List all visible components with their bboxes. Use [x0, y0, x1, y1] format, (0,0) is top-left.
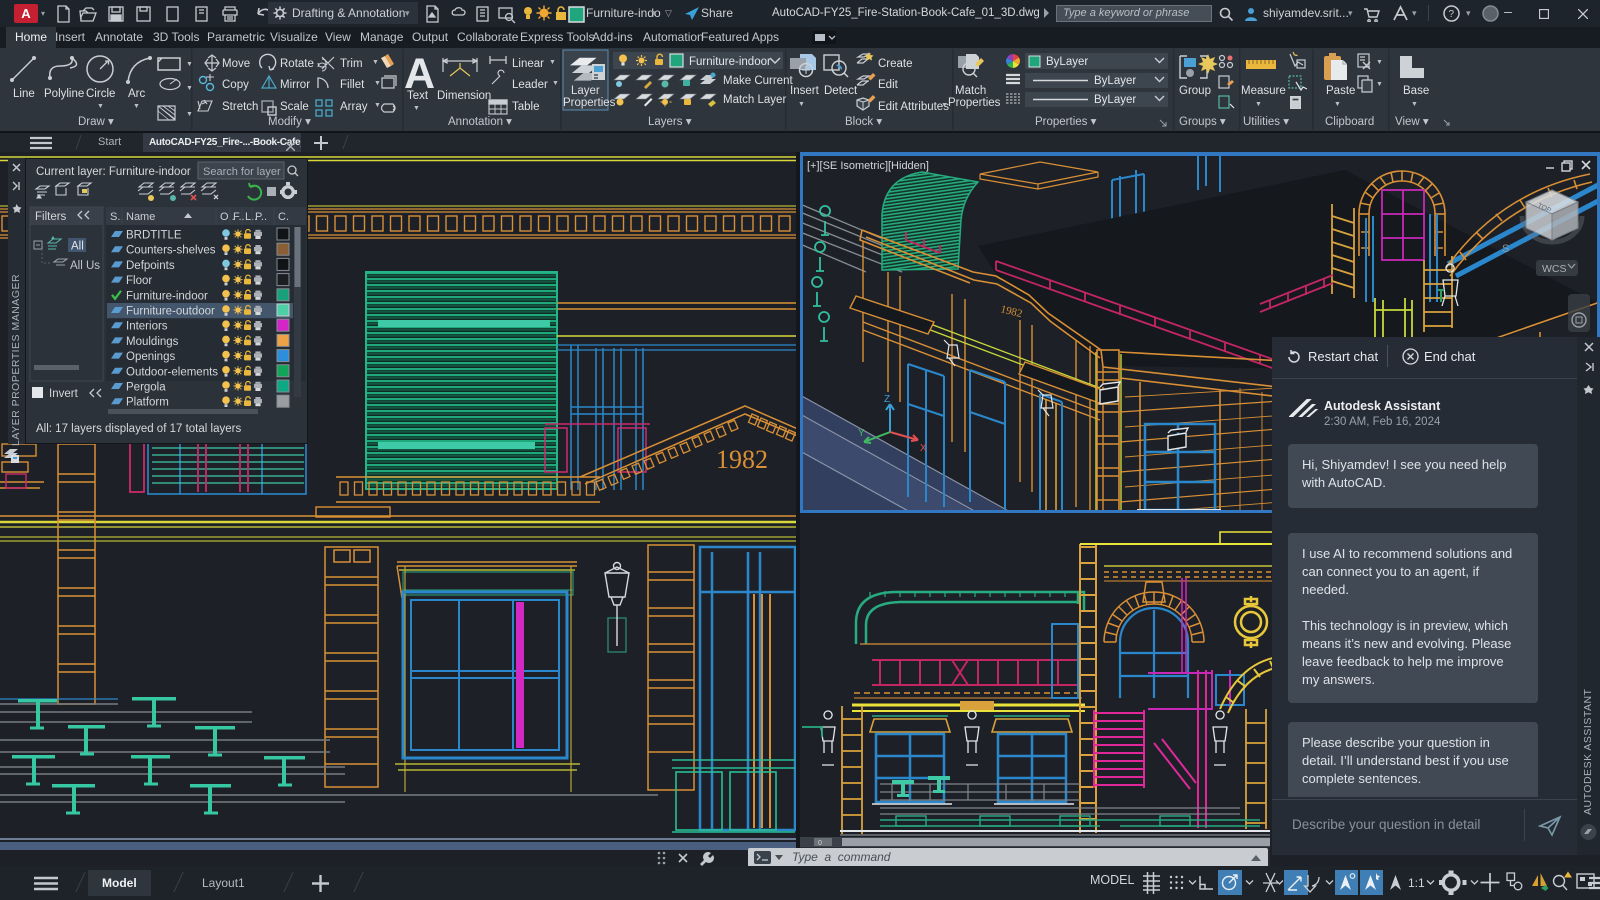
svg-text:Dimension: Dimension [437, 90, 491, 102]
svg-text:▼: ▼ [97, 103, 104, 110]
svg-text:▼: ▼ [552, 80, 559, 87]
svg-text:Copy: Copy [222, 79, 249, 91]
svg-text:Mirror: Mirror [280, 79, 310, 91]
svg-text:Platform: Platform [126, 397, 169, 409]
svg-text:Properties: Properties [948, 97, 1001, 109]
svg-text:Insert: Insert [790, 85, 820, 97]
svg-text:Clipboard: Clipboard [1325, 116, 1374, 128]
svg-text:?: ? [1449, 9, 1455, 20]
svg-text:Annotation ▾: Annotation ▾ [448, 116, 512, 128]
svg-text:Measure: Measure [1241, 85, 1286, 97]
svg-text:ByLayer: ByLayer [1094, 94, 1136, 106]
svg-text:Defpoints: Defpoints [126, 260, 175, 272]
svg-text:C.: C. [278, 211, 289, 223]
svg-text:▼: ▼ [798, 101, 805, 108]
svg-text:▼: ▼ [186, 85, 193, 92]
svg-text:Rotate: Rotate [280, 58, 314, 70]
svg-text:Interiors: Interiors [126, 321, 168, 333]
svg-text:Detect: Detect [824, 85, 858, 97]
svg-text:All Us: All Us [70, 260, 100, 272]
svg-text:Z: Z [884, 394, 890, 405]
svg-text:Layers ▾: Layers ▾ [648, 116, 692, 128]
svg-text:Furniture-indoor: Furniture-indoor [689, 56, 771, 68]
svg-text:▼: ▼ [1411, 101, 1418, 108]
svg-text:Floor: Floor [126, 275, 152, 287]
svg-text:1:1: 1:1 [1408, 876, 1425, 890]
svg-text:Make Current: Make Current [723, 75, 793, 87]
svg-text:Base: Base [1403, 85, 1429, 97]
svg-text:Linear: Linear [512, 58, 544, 70]
svg-text:Leader: Leader [512, 79, 548, 91]
svg-text:BRDTITLE: BRDTITLE [126, 230, 182, 242]
svg-text:▼: ▼ [1334, 101, 1341, 108]
svg-text:▼: ▼ [1376, 81, 1383, 88]
svg-text:Utilities ▾: Utilities ▾ [1243, 116, 1289, 128]
svg-text:S: S [1502, 243, 1509, 255]
svg-text:Name: Name [126, 211, 155, 223]
svg-text:Group: Group [1179, 85, 1211, 97]
svg-text:Furniture-outdoor: Furniture-outdoor [126, 306, 215, 318]
svg-text:All: All [71, 241, 84, 253]
svg-text:F..: F.. [233, 211, 245, 223]
svg-text:Filters: Filters [35, 211, 67, 223]
svg-text:Block ▾: Block ▾ [845, 116, 882, 128]
svg-text:Fillet: Fillet [340, 79, 365, 91]
svg-text:▼: ▼ [133, 103, 140, 110]
svg-text:Groups ▾: Groups ▾ [1179, 116, 1226, 128]
svg-text:X: X [920, 443, 927, 454]
svg-text:▼: ▼ [1255, 101, 1262, 108]
svg-text:Scale: Scale [280, 101, 309, 113]
svg-text:All: 17 layers displayed of 17: All: 17 layers displayed of 17 total lay… [36, 423, 241, 435]
svg-text:Draw ▾: Draw ▾ [78, 116, 114, 128]
svg-text:Search for layer: Search for layer [203, 166, 281, 178]
svg-text:Current layer: Furniture-indoo: Current layer: Furniture-indoor [36, 166, 191, 178]
svg-text:P..: P.. [255, 211, 267, 223]
svg-text:Modify ▾: Modify ▾ [268, 116, 311, 128]
svg-text:Edit: Edit [878, 79, 899, 91]
svg-text:Properties: Properties [563, 97, 616, 109]
svg-text:ByLayer: ByLayer [1094, 75, 1136, 87]
svg-text:▼: ▼ [374, 80, 381, 87]
svg-text:Furniture-indoor: Furniture-indoor [126, 290, 208, 302]
svg-text:Create: Create [878, 58, 913, 70]
svg-text:Layer: Layer [571, 85, 600, 97]
svg-text:Mouldings: Mouldings [126, 336, 179, 348]
svg-text:Invert: Invert [49, 388, 79, 400]
svg-text:Circle: Circle [86, 88, 115, 100]
svg-text:0: 0 [818, 840, 822, 847]
svg-text:ByLayer: ByLayer [1046, 56, 1088, 68]
svg-text:Counters-shelves: Counters-shelves [126, 245, 216, 257]
svg-text:Properties ▾: Properties ▾ [1035, 116, 1097, 128]
svg-text:Arc: Arc [128, 88, 146, 100]
svg-text:Line: Line [13, 88, 35, 100]
svg-text:Array: Array [340, 101, 368, 113]
svg-text:▼: ▼ [186, 61, 193, 68]
svg-text:▼: ▼ [941, 102, 948, 109]
svg-text:Text: Text [407, 90, 429, 102]
svg-text:Table: Table [512, 101, 540, 113]
svg-text:Outdoor-elements: Outdoor-elements [126, 366, 218, 378]
svg-text:▼: ▼ [372, 59, 379, 66]
svg-text:Edit Attributes: Edit Attributes [878, 101, 949, 113]
svg-text:▼: ▼ [374, 102, 381, 109]
svg-text:▼: ▼ [413, 105, 420, 112]
svg-text:Move: Move [222, 58, 250, 70]
svg-text:Stretch: Stretch [222, 101, 258, 113]
svg-text:Y: Y [858, 428, 865, 439]
svg-text:Paste: Paste [1326, 85, 1355, 97]
svg-text:▼: ▼ [1376, 59, 1383, 66]
svg-text:WCS: WCS [1542, 263, 1567, 275]
svg-text:Polyline: Polyline [44, 88, 84, 100]
svg-text:1982: 1982 [716, 445, 768, 474]
svg-text:Trim: Trim [340, 58, 363, 70]
svg-text:S..: S.. [110, 211, 123, 223]
svg-text:▼: ▼ [549, 59, 556, 66]
svg-text:[+][SE Isometric][Hidden]: [+][SE Isometric][Hidden] [807, 160, 929, 172]
svg-text:Openings: Openings [126, 351, 175, 363]
svg-text:Match: Match [955, 85, 986, 97]
svg-text:View ▾: View ▾ [1395, 116, 1429, 128]
svg-text:Pergola: Pergola [126, 382, 166, 394]
svg-text:Match Layer: Match Layer [723, 94, 786, 106]
svg-text:▼: ▼ [186, 111, 193, 118]
